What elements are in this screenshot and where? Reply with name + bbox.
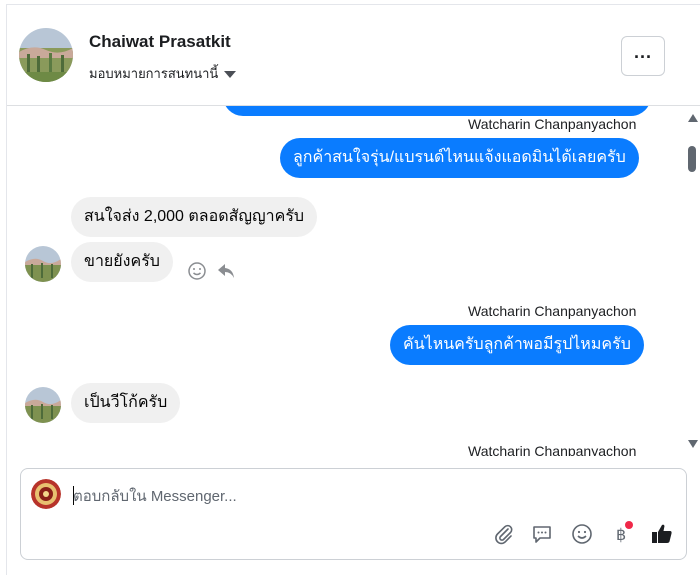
contact-avatar[interactable]: [19, 28, 73, 82]
message-bubble-incoming[interactable]: สนใจส่ง 2,000 ตลอดสัญญาครับ: [71, 197, 318, 237]
smiley-icon[interactable]: [187, 261, 207, 286]
message-actions: [187, 261, 237, 286]
sender-name: Watcharin Chanpanyachon: [468, 303, 637, 319]
smiley-icon[interactable]: [569, 521, 595, 547]
sender-name: Watcharin Chanpanyachon: [468, 116, 637, 132]
messenger-panel: Chaiwat Prasatkit มอบหมายการสนทนานี้ ...…: [6, 4, 700, 575]
message-bubble-outgoing[interactable]: [223, 106, 651, 116]
thread-scrollbar[interactable]: [685, 106, 700, 456]
scroll-thumb[interactable]: [688, 146, 696, 172]
comment-icon[interactable]: [529, 521, 555, 547]
baht-icon[interactable]: ฿: [609, 521, 635, 547]
reply-input[interactable]: [73, 485, 633, 507]
scroll-down-arrow-icon[interactable]: [688, 440, 698, 448]
message-bubble-outgoing[interactable]: ลูกค้าสนใจรุ่น/แบรนด์ไหนแจ้งแอดมินได้เลย…: [280, 138, 639, 178]
contact-name[interactable]: Chaiwat Prasatkit: [89, 32, 231, 52]
svg-text:฿: ฿: [616, 525, 626, 544]
conversation-header: Chaiwat Prasatkit มอบหมายการสนทนานี้ ...: [7, 5, 700, 106]
page-avatar: [31, 479, 61, 509]
reply-arrow-icon[interactable]: [215, 261, 237, 286]
text-cursor: [73, 486, 74, 505]
caret-down-icon: [224, 70, 237, 78]
thumbs-up-icon[interactable]: [649, 521, 675, 547]
assign-conversation-dropdown[interactable]: มอบหมายการสนทนานี้: [89, 63, 237, 84]
contact-avatar-small[interactable]: [25, 387, 61, 423]
paperclip-icon[interactable]: [491, 521, 517, 547]
scroll-up-arrow-icon[interactable]: [688, 114, 698, 122]
contact-avatar-small[interactable]: [25, 246, 61, 282]
message-bubble-incoming[interactable]: ขายยังครับ: [71, 242, 173, 282]
sender-name: Watcharin Chanpanyachon: [468, 443, 637, 456]
ellipsis-icon: ...: [633, 41, 652, 62]
notification-dot: [625, 521, 633, 529]
message-bubble-outgoing[interactable]: คันไหนครับลูกค้าพอมีรูปไหมครับ: [390, 325, 644, 365]
more-options-button[interactable]: ...: [621, 36, 665, 76]
message-bubble-incoming[interactable]: เป็นวีโก้ครับ: [71, 383, 181, 423]
assign-conversation-label: มอบหมายการสนทนานี้: [89, 66, 219, 81]
reply-composer: ฿: [20, 468, 687, 560]
message-thread[interactable]: Watcharin Chanpanyachon ลูกค้าสนใจรุ่น/แ…: [7, 106, 685, 456]
